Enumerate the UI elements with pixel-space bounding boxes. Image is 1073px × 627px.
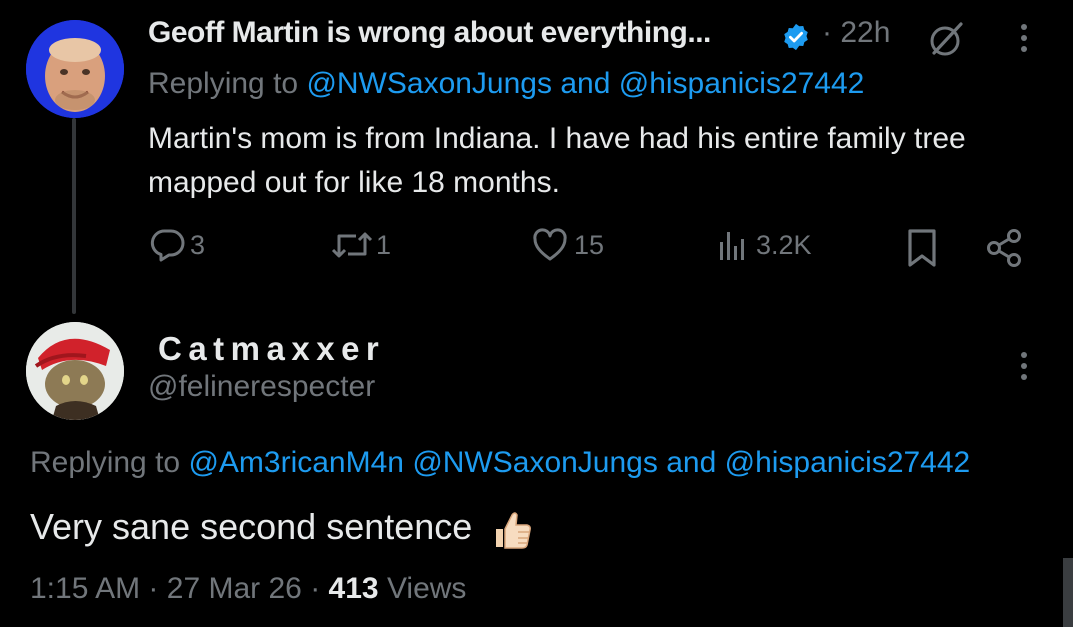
tweet-meta: 1:15 AM · 27 Mar 26 · 413 Views <box>30 572 466 606</box>
author-name[interactable]: Geoff Martin is wrong about everything..… <box>148 16 711 50</box>
views-label: Views <box>386 572 467 605</box>
retweet-icon <box>331 232 373 258</box>
share-button[interactable] <box>985 228 1023 268</box>
thread-line <box>72 118 76 314</box>
separator: · <box>822 16 832 49</box>
bookmark-button[interactable] <box>905 228 939 268</box>
grok-icon[interactable] <box>928 20 966 58</box>
avatar[interactable] <box>26 20 124 118</box>
mention-link[interactable]: @NWSaxonJungs <box>306 67 552 100</box>
more-icon[interactable] <box>1014 348 1034 384</box>
verified-icon <box>784 23 808 51</box>
reply-button[interactable]: 3 <box>150 228 205 262</box>
and-text[interactable]: and <box>666 446 716 479</box>
views-icon <box>720 232 744 260</box>
tweet-text: Martin's mom is from Indiana. I have had… <box>148 122 966 199</box>
view-count: 3.2K <box>756 229 812 260</box>
replying-to: Replying to @NWSaxonJungs and @hispanici… <box>148 67 864 101</box>
and-text[interactable]: and <box>560 67 610 100</box>
timestamp[interactable]: · 22h <box>822 16 890 50</box>
view-count: 413 <box>328 572 379 605</box>
tweet-text: Very sane second sentence <box>30 506 534 551</box>
avatar[interactable] <box>26 322 124 420</box>
like-button[interactable]: 15 <box>532 228 604 262</box>
thumbs-up-emoji <box>496 512 532 550</box>
replying-label: Replying to <box>148 67 299 100</box>
reply-icon <box>150 229 185 262</box>
share-icon <box>987 229 1021 267</box>
date[interactable]: 27 Mar 26 <box>167 572 302 605</box>
time: 22h <box>840 16 891 49</box>
more-icon[interactable] <box>1014 20 1034 56</box>
retweet-button[interactable]: 1 <box>330 228 391 262</box>
bookmark-icon <box>908 229 936 267</box>
retweet-count: 1 <box>376 229 392 260</box>
replying-label: Replying to <box>30 446 181 479</box>
mention-link[interactable]: @hispanicis27442 <box>725 446 971 479</box>
mention-link[interactable]: @hispanicis27442 <box>619 67 865 100</box>
reply-count: 3 <box>190 229 206 260</box>
views-button[interactable]: 3.2K <box>716 228 812 262</box>
mention-link[interactable]: @Am3ricanM4n <box>188 446 404 479</box>
separator: · <box>148 572 159 605</box>
scrollbar-thumb[interactable] <box>1063 558 1073 627</box>
author-name[interactable]: Catmaxxer <box>158 330 385 368</box>
like-count: 15 <box>574 229 605 260</box>
time[interactable]: 1:15 AM <box>30 572 140 605</box>
tweet-text-content: Very sane second sentence <box>30 506 473 547</box>
like-icon <box>533 228 567 261</box>
separator: · <box>310 572 321 605</box>
replying-to: Replying to @Am3ricanM4n @NWSaxonJungs a… <box>30 446 970 480</box>
mention-link[interactable]: @NWSaxonJungs <box>412 446 658 479</box>
author-handle[interactable]: @felinerespecter <box>148 370 375 404</box>
